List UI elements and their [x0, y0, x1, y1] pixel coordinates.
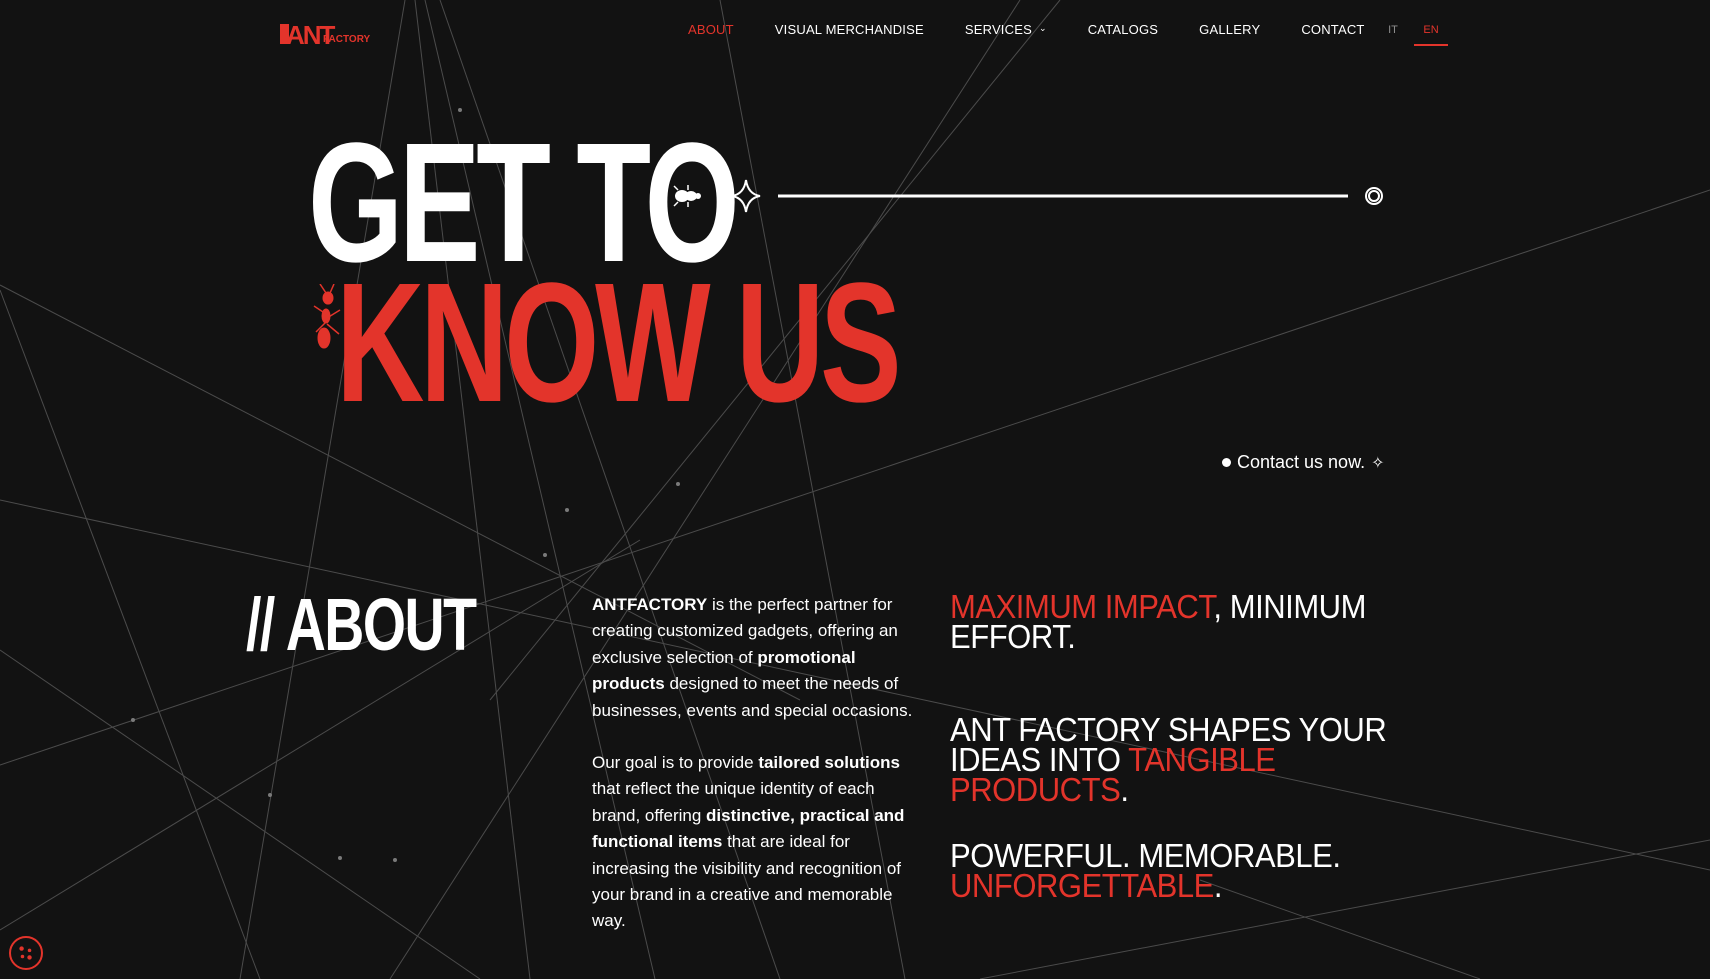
lang-it[interactable]: IT: [1378, 24, 1408, 46]
claim-powerful: POWERFUL. MEMORABLE. UNFORGETTABLE.: [950, 837, 1341, 904]
about-paragraph-1: ANTFACTORY is the perfect partner for cr…: [592, 592, 927, 724]
nav-label: SERVICES: [964, 22, 1032, 37]
hero-title-line2: KNOW US: [336, 248, 902, 438]
nav-item-about[interactable]: ABOUT: [688, 22, 734, 37]
nav-item-visual-merchandise[interactable]: VISUAL MERCHANDISE: [775, 22, 924, 37]
claim-shapes-ideas: ANT FACTORY SHAPES YOUR IDEAS INTO TANGI…: [950, 711, 1387, 808]
lang-en[interactable]: EN: [1414, 24, 1448, 46]
beetle-icon: [673, 185, 701, 207]
body-text: Our goal is to provide: [592, 753, 759, 773]
logo-factory-text: FACTORY: [323, 34, 370, 45]
sparkle-icon: ✧: [1371, 454, 1385, 472]
ring-icon: [1365, 187, 1383, 205]
about-section-title: // ABOUT: [246, 583, 477, 666]
chevron-down-icon: ⌄: [1038, 23, 1047, 33]
about-paragraph-2: Our goal is to provide tailored solution…: [592, 750, 927, 935]
cta-label: Contact us now.: [1237, 452, 1366, 472]
nav-item-services[interactable]: SERVICES ⌄: [965, 22, 1047, 37]
cookie-icon[interactable]: [9, 936, 43, 970]
nav-label: VISUAL MERCHANDISE: [774, 22, 924, 37]
sparkle-icon: [731, 179, 761, 213]
claims-block: MAXIMUM IMPACT, MINIMUM EFFORT. ANT FACT…: [950, 588, 1450, 904]
emphasis-text: ANTFACTORY: [592, 595, 708, 614]
hero-decoration: [673, 179, 1383, 213]
nav-label: CATALOGS: [1087, 22, 1159, 37]
nav-item-gallery[interactable]: GALLERY: [1199, 22, 1260, 37]
emphasis-text: tailored solutions: [758, 753, 900, 773]
about-description: ANTFACTORY is the perfect partner for cr…: [592, 592, 927, 961]
nav-label: ABOUT: [688, 22, 734, 37]
ant-icon: [313, 284, 341, 349]
contact-us-cta[interactable]: Contact us now. ✧: [1222, 452, 1384, 473]
nav-label: CONTACT: [1301, 22, 1365, 37]
nav-label: GALLERY: [1199, 22, 1261, 37]
nav-item-contact[interactable]: CONTACT: [1301, 22, 1364, 37]
dot-icon: [1222, 458, 1231, 467]
nav-item-catalogs[interactable]: CATALOGS: [1088, 22, 1158, 37]
antfactory-logo[interactable]: ANT FACTORY: [278, 14, 370, 48]
main-nav: ABOUT VISUAL MERCHANDISE SERVICES ⌄ CATAL…: [688, 22, 1406, 37]
claim-maximum-impact: MAXIMUM IMPACT, MINIMUM EFFORT.: [950, 588, 1366, 655]
language-switcher: IT EN: [1378, 24, 1448, 46]
